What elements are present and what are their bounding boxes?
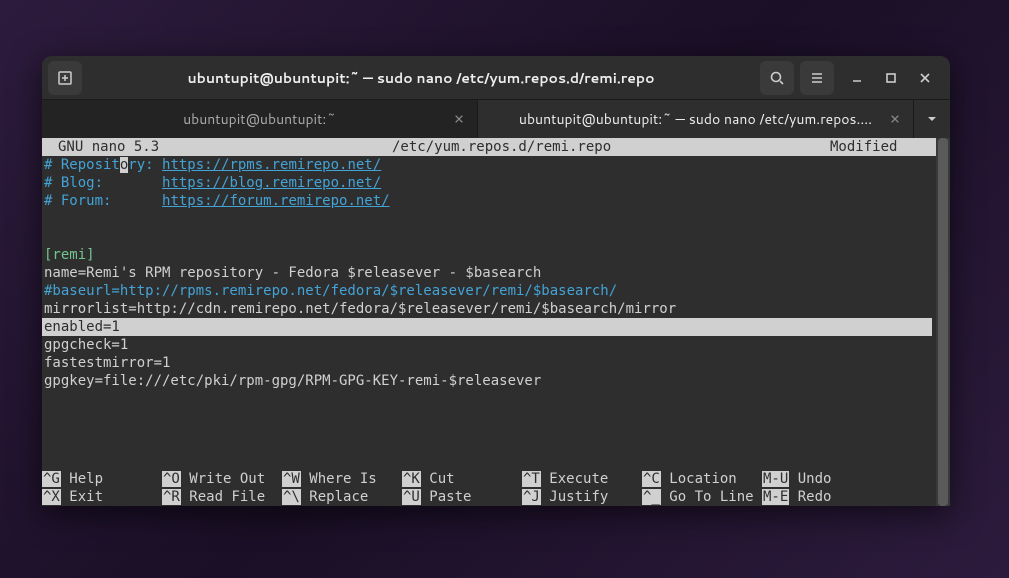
shortcut-exit: ^X Exit [42, 488, 162, 506]
shortcut-whereis: ^W Where Is [282, 470, 402, 488]
shortcut-location: ^C Location [642, 470, 762, 488]
editor-line: name=Remi's RPM repository - Fedora $rel… [42, 264, 950, 282]
shortcut-writeout: ^O Write Out [162, 470, 282, 488]
shortcut-redo: M-E Redo [762, 488, 882, 506]
shortcut-gotoline: ^_ Go To Line [642, 488, 762, 506]
tab-label: ubuntupit@ubuntupit:~ [183, 109, 336, 129]
nano-statusbar: GNU nano 5.3 /etc/yum.repos.d/remi.repo … [42, 138, 950, 156]
editor-line: # Blog: https://blog.remirepo.net/ [42, 174, 950, 192]
editor-line: #baseurl=http://rpms.remirepo.net/fedora… [42, 282, 950, 300]
tab-2[interactable]: ubuntupit@ubuntupit:~ — sudo nano /etc/y… [478, 100, 914, 138]
editor-line: # Forum: https://forum.remirepo.net/ [42, 192, 950, 210]
scroll-thumb[interactable] [938, 138, 948, 506]
tab-1[interactable]: ubuntupit@ubuntupit:~ [42, 100, 478, 138]
tab-close-icon[interactable] [451, 111, 467, 127]
shortcut-readfile: ^R Read File [162, 488, 282, 506]
nano-version: GNU nano 5.3 [42, 138, 392, 156]
maximize-button[interactable] [880, 67, 902, 89]
shortcut-undo: M-U Undo [762, 470, 882, 488]
terminal-content[interactable]: GNU nano 5.3 /etc/yum.repos.d/remi.repo … [42, 138, 950, 506]
editor-line: # Repository: https://rpms.remirepo.net/ [42, 156, 950, 174]
titlebar: ubuntupit@ubuntupit:~ — sudo nano /etc/y… [42, 56, 950, 100]
editor-line: gpgkey=file:///etc/pki/rpm-gpg/RPM-GPG-K… [42, 372, 950, 390]
tab-label: ubuntupit@ubuntupit:~ — sudo nano /etc/y… [519, 109, 872, 129]
editor-line: enabled=1 [42, 318, 932, 336]
shortcut-replace: ^\ Replace [282, 488, 402, 506]
editor-line: [remi] [42, 246, 950, 264]
shortcut-paste: ^U Paste [402, 488, 522, 506]
shortcut-execute: ^T Execute [522, 470, 642, 488]
nano-shortcuts: ^G Help ^O Write Out ^W Where Is ^K Cut … [42, 470, 950, 506]
minimize-button[interactable] [846, 67, 868, 89]
close-button[interactable] [914, 67, 936, 89]
new-tab-button[interactable] [48, 61, 82, 95]
shortcut-help: ^G Help [42, 470, 162, 488]
editor-line: gpgcheck=1 [42, 336, 950, 354]
editor-line [42, 228, 950, 246]
shortcut-row-1: ^G Help ^O Write Out ^W Where Is ^K Cut … [42, 470, 950, 488]
shortcut-row-2: ^X Exit ^R Read File ^\ Replace ^U Paste… [42, 488, 950, 506]
nano-filename: /etc/yum.repos.d/remi.repo [392, 138, 830, 156]
editor-line: mirrorlist=http://cdn.remirepo.net/fedor… [42, 300, 950, 318]
tabbar: ubuntupit@ubuntupit:~ ubuntupit@ubuntupi… [42, 100, 950, 138]
editor-line: fastestmirror=1 [42, 354, 950, 372]
search-button[interactable] [760, 61, 794, 95]
window-title: ubuntupit@ubuntupit:~ — sudo nano /etc/y… [88, 68, 754, 88]
tab-close-icon[interactable] [887, 111, 903, 127]
tab-dropdown[interactable] [914, 100, 950, 138]
terminal-window: ubuntupit@ubuntupit:~ — sudo nano /etc/y… [42, 56, 950, 506]
shortcut-justify: ^J Justify [522, 488, 642, 506]
editor-line [42, 210, 950, 228]
scrollbar[interactable] [936, 138, 950, 506]
nano-modified: Modified [830, 138, 950, 156]
shortcut-cut: ^K Cut [402, 470, 522, 488]
menu-button[interactable] [800, 61, 834, 95]
